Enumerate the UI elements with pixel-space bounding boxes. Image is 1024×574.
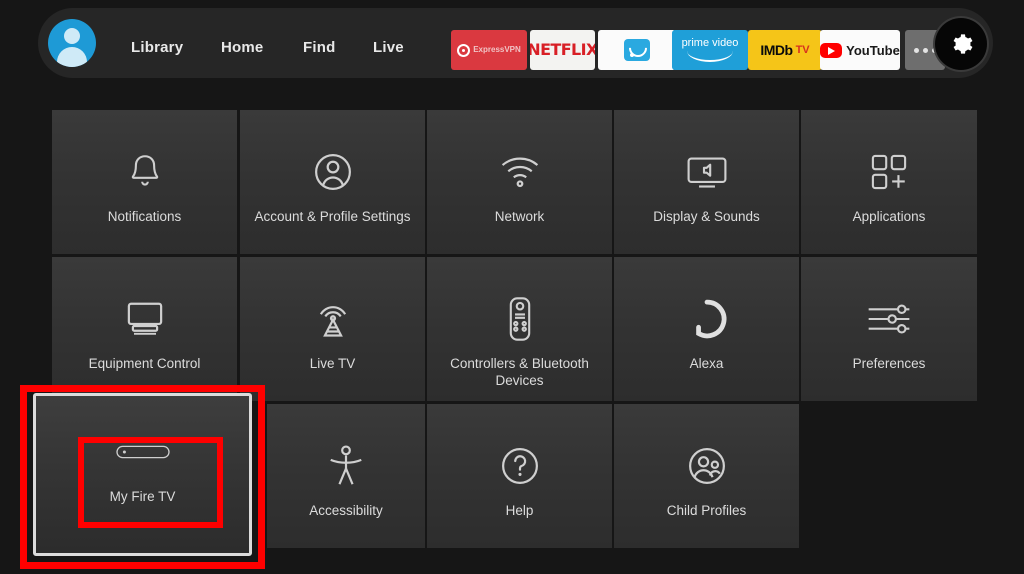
- nav-item-home[interactable]: Home: [221, 39, 263, 56]
- settings-tile-notifications[interactable]: Notifications: [52, 110, 237, 254]
- app-tile-prime-video[interactable]: prime video: [672, 30, 748, 70]
- monitor-icon: [121, 295, 169, 343]
- settings-tile-equipment-control-label: Equipment Control: [88, 356, 201, 371]
- avatar-body: [57, 47, 87, 67]
- settings-tile-child-profiles[interactable]: Child Profiles: [614, 404, 799, 548]
- app-tile-cast-app[interactable]: [598, 30, 676, 70]
- app-grid-plus-icon: [865, 148, 913, 196]
- settings-tile-accessibility-label: Accessibility: [309, 503, 383, 518]
- app-tile-netflix[interactable]: NETFLIX: [530, 30, 595, 70]
- settings-tile-preferences[interactable]: Preferences: [801, 257, 977, 401]
- settings-tile-child-profiles-label: Child Profiles: [666, 503, 747, 518]
- youtube-logo-icon: [820, 42, 843, 58]
- settings-tile-help-label: Help: [505, 503, 534, 518]
- app-tile-expressvpn[interactable]: ExpressVPN: [451, 30, 527, 70]
- settings-tile-account-profile-label: Account & Profile Settings: [254, 209, 411, 224]
- fire-tv-settings-screen: Library Home Find Live ExpressVPN NETFLI…: [0, 0, 1024, 574]
- settings-tile-controllers-bluetooth-label: Controllers & Bluetooth Devices: [450, 356, 589, 388]
- settings-tile-account-profile[interactable]: Account & Profile Settings: [240, 110, 425, 254]
- settings-tile-equipment-control[interactable]: Equipment Control: [52, 257, 237, 401]
- settings-tile-controllers-bluetooth[interactable]: Controllers & Bluetooth Devices: [427, 257, 612, 401]
- tv-sound-icon: [683, 148, 731, 196]
- bell-icon: [121, 148, 169, 196]
- settings-tile-network-label: Network: [494, 209, 545, 224]
- nav-item-find[interactable]: Find: [303, 39, 335, 56]
- settings-tile-notifications-label: Notifications: [107, 209, 182, 224]
- alexa-ring-icon: [683, 295, 731, 343]
- settings-tile-display-sounds-label: Display & Sounds: [653, 209, 760, 224]
- nav-item-live[interactable]: Live: [373, 39, 404, 56]
- settings-tile-preferences-label: Preferences: [852, 356, 926, 371]
- app-tile-imdb-tv[interactable]: IMDb TV: [748, 30, 822, 70]
- remote-control-icon: [496, 295, 544, 343]
- app-tile-youtube-label: YouTube: [846, 42, 900, 58]
- expressvpn-logo-icon: [457, 43, 471, 57]
- nav-item-library[interactable]: Library: [131, 39, 183, 56]
- app-tile-youtube[interactable]: YouTube: [820, 30, 900, 70]
- question-circle-icon: [496, 442, 544, 490]
- more-dots-icon: [913, 47, 937, 53]
- child-profiles-icon: [683, 442, 731, 490]
- wifi-icon: [496, 148, 544, 196]
- settings-tile-network[interactable]: Network: [427, 110, 612, 254]
- prime-smile-icon: [686, 51, 733, 62]
- settings-tile-help[interactable]: Help: [427, 404, 612, 548]
- settings-tile-live-tv[interactable]: Live TV: [240, 257, 425, 401]
- gear-icon: [953, 34, 973, 54]
- settings-tile-display-sounds[interactable]: Display & Sounds: [614, 110, 799, 254]
- settings-tile-applications[interactable]: Applications: [801, 110, 977, 254]
- fire-tv-stick-icon: [115, 428, 170, 476]
- netflix-logo-icon: NETFLIX: [530, 40, 595, 59]
- broadcast-tower-icon: [309, 295, 357, 343]
- accessibility-icon: [322, 442, 370, 490]
- top-navigation-bar: Library Home Find Live ExpressVPN NETFLI…: [38, 8, 993, 78]
- settings-tile-my-fire-tv-label: My Fire TV: [109, 489, 176, 504]
- user-avatar-icon[interactable]: [48, 19, 96, 67]
- settings-tile-live-tv-label: Live TV: [309, 356, 356, 371]
- avatar-head: [64, 28, 80, 44]
- app-tile-imdb-label: IMDb: [760, 42, 793, 58]
- settings-tile-accessibility[interactable]: Accessibility: [267, 404, 425, 548]
- imdb-tv-logo-icon: IMDb TV: [760, 42, 809, 58]
- cast-app-logo-icon: [624, 35, 651, 61]
- settings-tile-applications-label: Applications: [852, 209, 926, 224]
- settings-tile-alexa-label: Alexa: [689, 356, 724, 371]
- app-tile-imdb-sublabel: TV: [795, 44, 810, 56]
- settings-tile-alexa[interactable]: Alexa: [614, 257, 799, 401]
- app-tile-prime-label: prime video: [681, 37, 739, 49]
- sliders-icon: [865, 295, 913, 343]
- prime-video-logo-icon: prime video: [681, 37, 739, 62]
- settings-gear-button[interactable]: [935, 18, 987, 70]
- settings-tile-my-fire-tv[interactable]: My Fire TV: [33, 393, 252, 556]
- person-circle-icon: [309, 148, 357, 196]
- app-tile-expressvpn-label: ExpressVPN: [473, 45, 521, 54]
